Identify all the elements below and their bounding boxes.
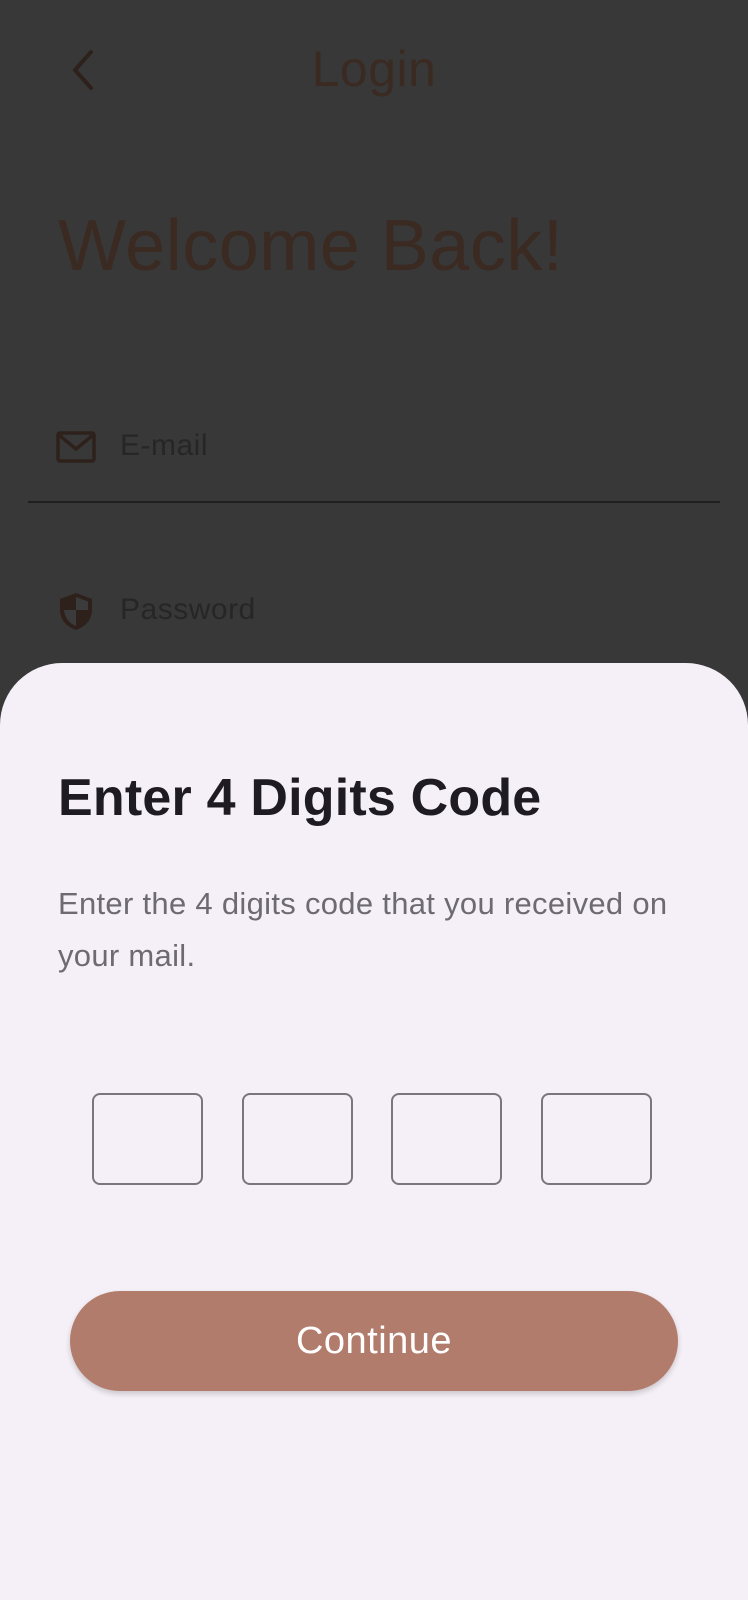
email-placeholder: E-mail (120, 429, 209, 462)
code-digit-4-input[interactable] (541, 1093, 652, 1185)
code-input-row (92, 1093, 656, 1189)
verification-code-sheet: Enter 4 Digits Code Enter the 4 digits c… (0, 663, 748, 1600)
login-screen: Login Welcome Back! E-mail Password Ente… (0, 0, 748, 1600)
code-digit-1-input[interactable] (92, 1093, 203, 1185)
sheet-title: Enter 4 Digits Code (58, 769, 542, 827)
shield-icon (60, 593, 92, 630)
welcome-heading: Welcome Back! (58, 206, 564, 286)
email-field[interactable]: E-mail (28, 405, 720, 503)
continue-button[interactable]: Continue (70, 1291, 678, 1391)
password-placeholder: Password (120, 593, 256, 626)
code-digit-3-input[interactable] (391, 1093, 502, 1185)
code-digit-2-input[interactable] (242, 1093, 353, 1185)
sheet-subtitle: Enter the 4 digits code that you receive… (58, 886, 668, 973)
mail-icon (56, 431, 96, 463)
page-title: Login (311, 41, 437, 97)
password-field[interactable]: Password (28, 575, 720, 645)
